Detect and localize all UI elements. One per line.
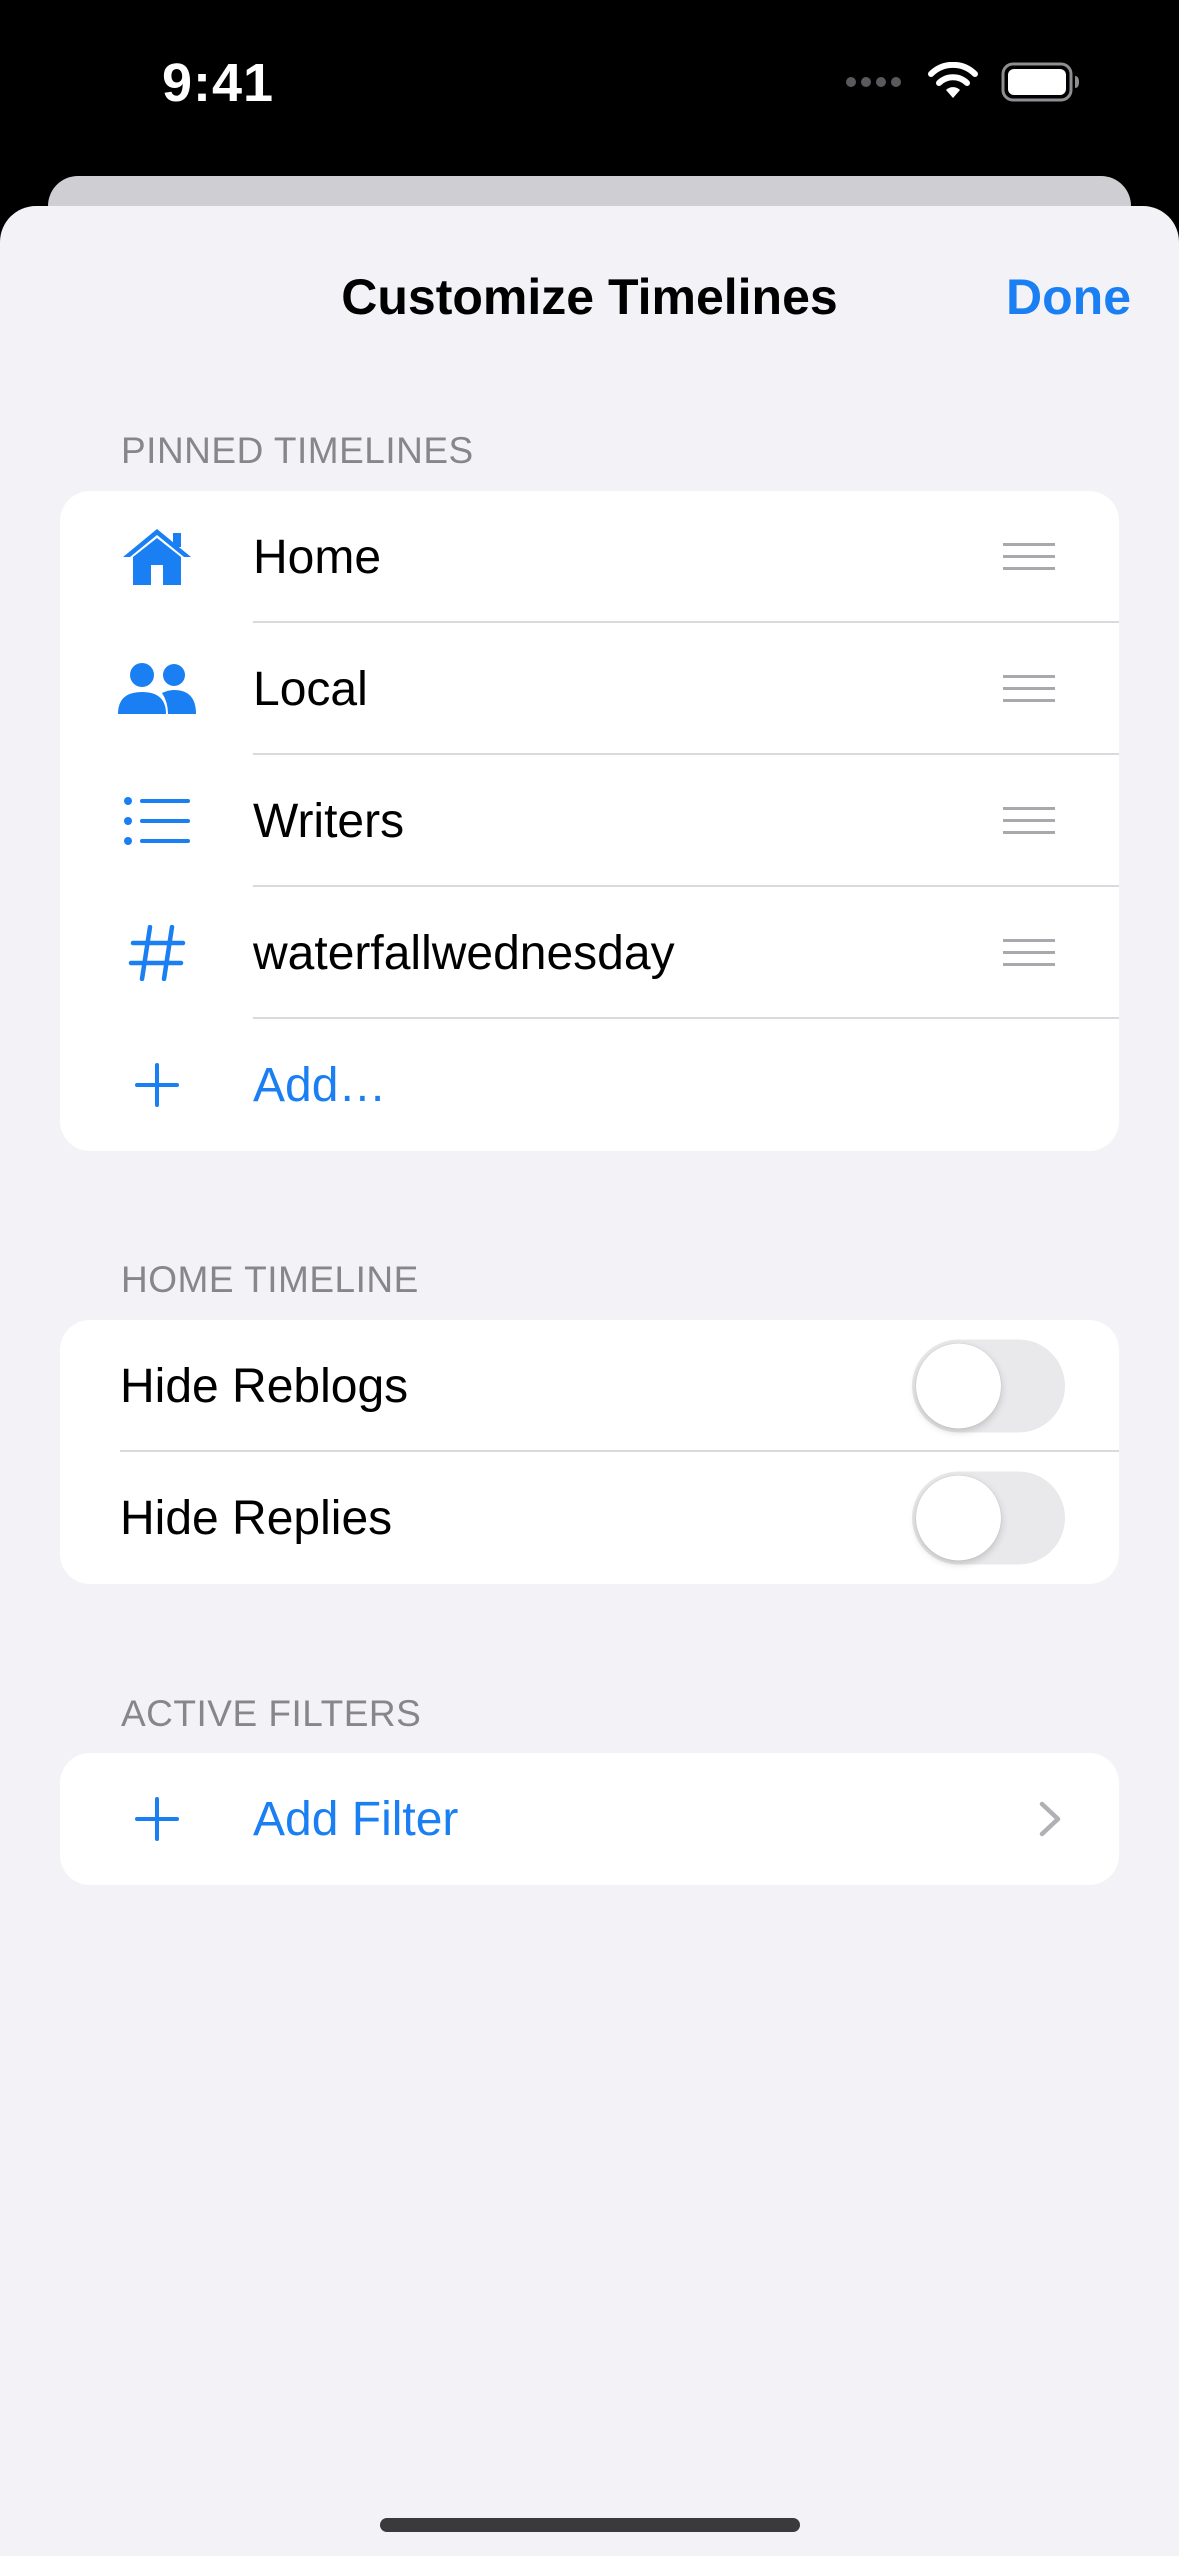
section-header-active-filters: ACTIVE FILTERS: [121, 1693, 422, 1734]
add-timeline-button[interactable]: Add…: [60, 1019, 1119, 1151]
drag-handle-icon[interactable]: [1003, 543, 1055, 571]
hide-replies-label: Hide Replies: [120, 1491, 393, 1545]
hashtag-icon: [60, 887, 253, 1019]
wifi-icon: [928, 62, 978, 98]
hide-reblogs-label: Hide Reblogs: [120, 1359, 409, 1413]
home-indicator[interactable]: [380, 2518, 800, 2532]
customize-timelines-sheet: Customize Timelines Done PINNED TIMELINE…: [0, 206, 1179, 2556]
page-title: Customize Timelines: [341, 269, 838, 325]
battery-icon: [1001, 62, 1079, 102]
pinned-row-hashtag[interactable]: waterfallwednesday: [60, 887, 1119, 1019]
list-icon: [60, 755, 253, 887]
toggle-knob: [916, 1475, 1001, 1561]
house-icon: [60, 491, 253, 623]
section-header-home-timeline: HOME TIMELINE: [121, 1259, 419, 1300]
drag-handle-icon[interactable]: [1003, 939, 1055, 967]
section-header-pinned: PINNED TIMELINES: [121, 430, 474, 471]
status-bar: 9:41: [0, 0, 1179, 180]
add-timeline-label: Add…: [253, 1058, 387, 1112]
hide-reblogs-toggle[interactable]: [912, 1339, 1065, 1433]
home-timeline-group: Hide Reblogs Hide Replies: [60, 1320, 1119, 1584]
hide-replies-row: Hide Replies: [60, 1452, 1119, 1584]
drag-handle-icon[interactable]: [1003, 675, 1055, 703]
toggle-knob: [916, 1343, 1001, 1429]
pinned-row-home[interactable]: Home: [60, 491, 1119, 623]
plus-icon: [60, 1753, 253, 1885]
cellular-signal-icon: [846, 77, 901, 87]
pinned-row-local[interactable]: Local: [60, 623, 1119, 755]
add-filter-button[interactable]: Add Filter: [60, 1753, 1119, 1885]
status-indicators: [845, 62, 1081, 102]
add-filter-label: Add Filter: [253, 1792, 459, 1846]
active-filters-group: Add Filter: [60, 1753, 1119, 1885]
plus-icon: [60, 1019, 253, 1151]
chevron-right-icon: [1039, 1801, 1061, 1837]
hide-replies-toggle[interactable]: [912, 1471, 1065, 1565]
pinned-item-label: waterfallwednesday: [253, 926, 675, 980]
drag-handle-icon[interactable]: [1003, 807, 1055, 835]
pinned-item-label: Writers: [253, 794, 405, 848]
done-button[interactable]: Done: [1006, 268, 1131, 326]
hide-reblogs-row: Hide Reblogs: [60, 1320, 1119, 1452]
pinned-item-label: Home: [253, 530, 382, 584]
people-icon: [60, 623, 253, 755]
pinned-timelines-group: Home Local Writers waterfallwednesday Ad…: [60, 491, 1119, 1151]
status-time: 9:41: [162, 53, 275, 113]
pinned-item-label: Local: [253, 662, 368, 716]
pinned-row-writers[interactable]: Writers: [60, 755, 1119, 887]
